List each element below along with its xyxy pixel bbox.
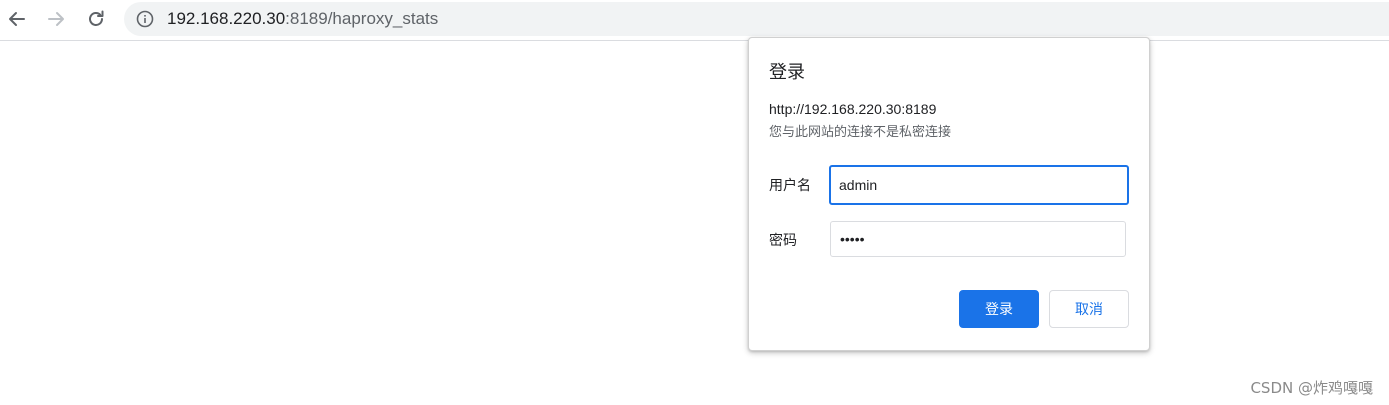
dialog-title: 登录	[769, 62, 805, 83]
password-input[interactable]	[830, 221, 1126, 257]
forward-arrow-icon	[48, 12, 64, 26]
back-button[interactable]	[3, 5, 31, 33]
url-host: 192.168.220.30	[167, 9, 286, 28]
browser-toolbar: 192.168.220.30:8189/haproxy_stats	[0, 0, 1389, 41]
back-arrow-icon	[9, 12, 25, 26]
username-input[interactable]	[829, 165, 1129, 205]
reload-button[interactable]	[82, 5, 110, 33]
url-text[interactable]: 192.168.220.30:8189/haproxy_stats	[167, 8, 438, 30]
password-label: 密码	[769, 233, 797, 249]
watermark: CSDN @炸鸡嘎嘎	[1250, 379, 1373, 397]
address-bar[interactable]: 192.168.220.30:8189/haproxy_stats	[124, 2, 1389, 36]
forward-button[interactable]	[42, 5, 70, 33]
auth-dialog: 登录 http://192.168.220.30:8189 您与此网站的连接不是…	[748, 37, 1150, 351]
cancel-button[interactable]: 取消	[1049, 290, 1129, 328]
login-button[interactable]: 登录	[959, 290, 1039, 328]
username-label: 用户名	[769, 178, 811, 194]
connection-warning: 您与此网站的连接不是私密连接	[769, 125, 952, 140]
info-icon[interactable]	[136, 10, 154, 28]
reload-icon	[89, 10, 104, 26]
url-path: :8189/haproxy_stats	[285, 9, 439, 28]
dialog-origin: http://192.168.220.30:8189	[769, 101, 937, 117]
